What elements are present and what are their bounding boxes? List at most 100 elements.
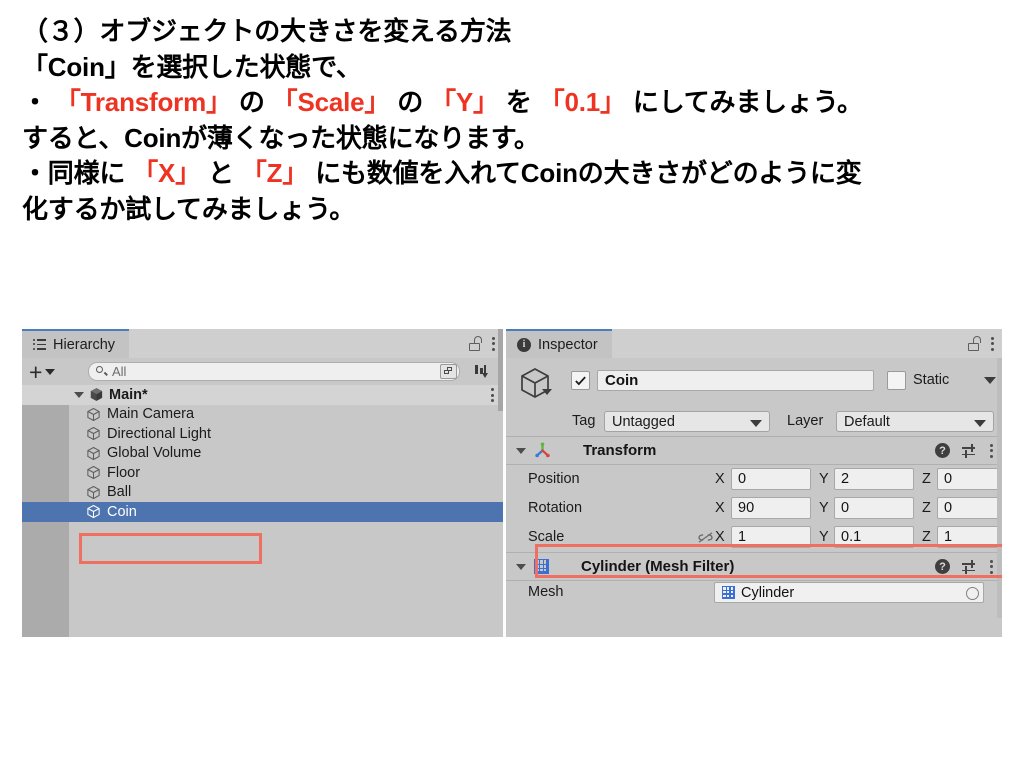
- list-icon: [33, 339, 46, 350]
- tag-dropdown[interactable]: Untagged: [604, 411, 770, 432]
- chevron-down-icon[interactable]: [984, 377, 996, 384]
- list-item-label: Global Volume: [107, 445, 202, 462]
- add-gameobject-button[interactable]: +: [29, 360, 56, 383]
- link-broken-icon[interactable]: [696, 531, 715, 544]
- chevron-down-icon[interactable]: [516, 447, 526, 454]
- slide-text-run-accent: 「Transform」: [54, 87, 232, 118]
- slide-text-run-accent: 「0.1」: [538, 87, 626, 118]
- field-value: 0: [944, 471, 953, 487]
- kebab-menu-icon[interactable]: [989, 443, 993, 458]
- search-icon: [96, 366, 108, 377]
- field-value: 1: [738, 529, 747, 545]
- mesh-object-field[interactable]: Cylinder: [714, 582, 984, 603]
- position-z-field[interactable]: 0: [937, 468, 1002, 490]
- hierarchy-panel: Hierarchy + All Main* Main Camera Direct…: [22, 329, 503, 637]
- kebab-menu-icon[interactable]: [989, 559, 993, 574]
- popout-icon[interactable]: [440, 364, 457, 379]
- hierarchy-toolbar: + All: [22, 358, 503, 385]
- tag-layer-row: Tag Untagged Layer Default: [506, 410, 1002, 436]
- chevron-down-icon[interactable]: [74, 391, 84, 398]
- help-icon[interactable]: ?: [935, 559, 950, 574]
- layer-dropdown[interactable]: Default: [836, 411, 994, 432]
- chevron-down-icon: [45, 368, 56, 375]
- mesh-field-row: Mesh Cylinder: [506, 581, 1002, 603]
- gameobject-cube-icon: [87, 446, 100, 460]
- transform-rotation-row: Rotation X 90 Y 0 Z 0: [506, 494, 1002, 523]
- inspector-scrollbar[interactable]: [997, 358, 1002, 618]
- gameobject-cube-icon: [87, 466, 100, 480]
- chevron-down-icon[interactable]: [542, 389, 552, 395]
- axis-label-y: Y: [819, 471, 829, 487]
- lock-open-icon[interactable]: [469, 336, 482, 351]
- rotation-x-field[interactable]: 90: [731, 497, 811, 519]
- tab-inspector[interactable]: i Inspector: [506, 329, 612, 358]
- sort-button[interactable]: [470, 361, 494, 382]
- search-input[interactable]: All: [88, 362, 460, 381]
- slide-text-run: にも数値を入れてCoinの大きさがどのように変: [315, 158, 862, 189]
- list-item[interactable]: Main Camera: [22, 405, 503, 425]
- object-name-field[interactable]: Coin: [597, 370, 874, 391]
- hierarchy-tab-controls: [469, 329, 495, 358]
- rotation-y-field[interactable]: 0: [834, 497, 914, 519]
- help-icon[interactable]: ?: [935, 443, 950, 458]
- list-item-selected-coin[interactable]: Coin: [22, 502, 503, 522]
- scale-x-field[interactable]: 1: [731, 526, 811, 548]
- transform-position-row: Position X 0 Y 2 Z 0: [506, 465, 1002, 494]
- transform-component-header[interactable]: Transform ?: [506, 437, 1002, 464]
- transform-gizmo-icon: [535, 442, 550, 458]
- rotation-z-field[interactable]: 0: [937, 497, 1002, 519]
- slide-text-run: の: [397, 87, 424, 118]
- hierarchy-root-row[interactable]: Main*: [22, 385, 503, 405]
- list-item[interactable]: Ball: [22, 483, 503, 503]
- kebab-menu-icon[interactable]: [490, 388, 494, 402]
- sort-icon: [474, 364, 490, 379]
- mesh-grid-icon: [534, 559, 549, 574]
- scale-y-field[interactable]: 0.1: [834, 526, 914, 548]
- inspector-object-header: Coin Static: [506, 358, 1002, 410]
- slide-text-run: ・: [22, 87, 48, 118]
- lock-open-icon[interactable]: [968, 336, 981, 351]
- list-item[interactable]: Global Volume: [22, 444, 503, 464]
- scale-z-field[interactable]: 1: [937, 526, 1002, 548]
- list-item-label: Directional Light: [107, 425, 211, 442]
- field-value: 0: [944, 500, 953, 516]
- kebab-menu-icon[interactable]: [491, 336, 495, 351]
- static-checkbox[interactable]: [887, 371, 906, 390]
- hierarchy-tree: Main* Main Camera Directional Light Glob…: [22, 385, 503, 637]
- gameobject-cube-icon: [521, 368, 549, 398]
- slide-text-run: （３）オブジェクトの大きさを変える方法: [22, 16, 512, 46]
- slide-line: すると、Coinが薄くなった状態になります。: [22, 121, 1012, 157]
- position-y-field[interactable]: 2: [834, 468, 914, 490]
- settings-sliders-icon[interactable]: [962, 559, 977, 574]
- field-value: 2: [841, 471, 850, 487]
- mesh-value: Cylinder: [741, 584, 795, 601]
- field-value: 90: [738, 500, 755, 516]
- object-picker-icon[interactable]: [966, 587, 979, 600]
- component-title: Transform: [583, 442, 657, 459]
- mesh-grid-icon: [722, 586, 735, 599]
- chevron-down-icon[interactable]: [516, 563, 526, 570]
- unity-editor-window: Hierarchy + All Main* Main Camera Direct…: [22, 329, 1002, 637]
- axis-label-x: X: [715, 500, 725, 516]
- mesh-filter-component-header[interactable]: Cylinder (Mesh Filter) ?: [506, 553, 1002, 580]
- slide-text-run: を: [505, 87, 532, 118]
- settings-sliders-icon[interactable]: [962, 443, 977, 458]
- axis-label-z: Z: [922, 471, 931, 487]
- tab-hierarchy[interactable]: Hierarchy: [22, 329, 130, 358]
- axis-label-z: Z: [922, 529, 931, 545]
- list-item-label: Coin: [107, 503, 137, 520]
- slide-text-run-accent: 「Y」: [430, 87, 499, 118]
- slide-text-run: 化するか試してみましょう。: [22, 194, 356, 225]
- list-item[interactable]: Floor: [22, 463, 503, 483]
- slide-text-block: （３）オブジェクトの大きさを変える方法 「Coin」を選択した状態で、 ・ 「T…: [22, 14, 1012, 228]
- list-item[interactable]: Directional Light: [22, 424, 503, 444]
- field-value: 0.1: [841, 529, 862, 545]
- slide-line: 化するか試してみましょう。: [22, 192, 1012, 228]
- tab-label: Hierarchy: [53, 336, 116, 353]
- tag-value: Untagged: [612, 413, 675, 430]
- position-x-field[interactable]: 0: [731, 468, 811, 490]
- axis-label-y: Y: [819, 529, 829, 545]
- component-title: Cylinder (Mesh Filter): [581, 558, 735, 575]
- kebab-menu-icon[interactable]: [990, 336, 994, 351]
- object-enabled-checkbox[interactable]: [571, 371, 590, 390]
